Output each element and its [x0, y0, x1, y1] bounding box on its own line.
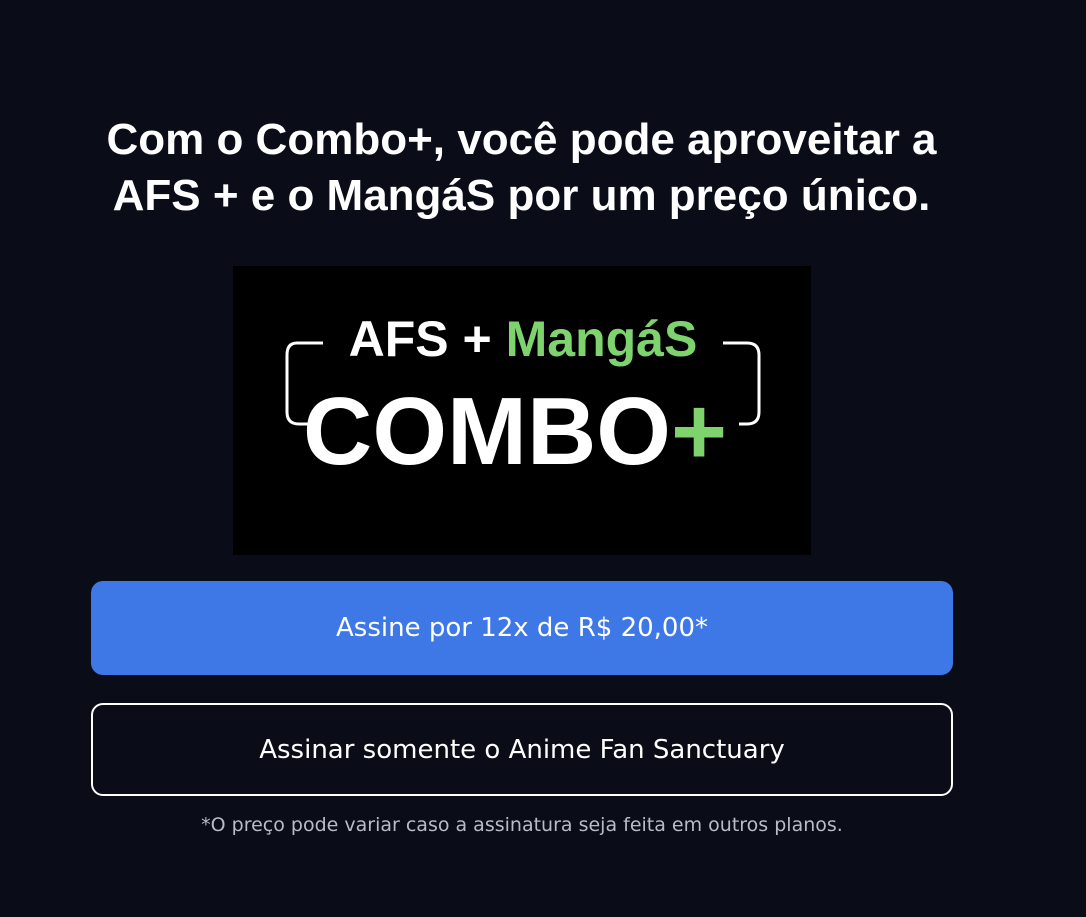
logo-afs-text: AFS +	[349, 311, 506, 367]
subscribe-combo-button[interactable]: Assine por 12x de R$ 20,00*	[91, 581, 953, 675]
logo-frame-right	[723, 341, 761, 426]
logo-combo-word: COMBO	[303, 378, 671, 485]
subscribe-afs-only-button[interactable]: Assinar somente o Anime Fan Sanctuary	[91, 703, 953, 796]
combo-plus-logo: AFS + MangáS COMBO+	[233, 266, 811, 555]
combo-offer-screen: Com o Combo+, você pode aproveitar a AFS…	[0, 0, 1086, 917]
headline-line-1: Com o Combo+, você pode aproveitar a	[106, 115, 937, 164]
price-disclaimer: *O preço pode variar caso a assinatura s…	[201, 814, 843, 836]
subscribe-afs-only-label: Assinar somente o Anime Fan Sanctuary	[259, 734, 785, 765]
subscribe-combo-label: Assine por 12x de R$ 20,00*	[335, 613, 708, 643]
logo-mangas-text: MangáS	[506, 311, 698, 367]
offer-headline: Com o Combo+, você pode aproveitar a AFS…	[0, 112, 1043, 224]
headline-line-2: AFS + e o MangáS por um preço único.	[112, 171, 931, 220]
combo-plus-logo-graphic: AFS + MangáS COMBO+	[285, 311, 761, 485]
logo-top-text: AFS + MangáS	[349, 311, 698, 367]
logo-plus-sign: +	[671, 378, 727, 485]
logo-main-text: COMBO+	[303, 378, 727, 485]
